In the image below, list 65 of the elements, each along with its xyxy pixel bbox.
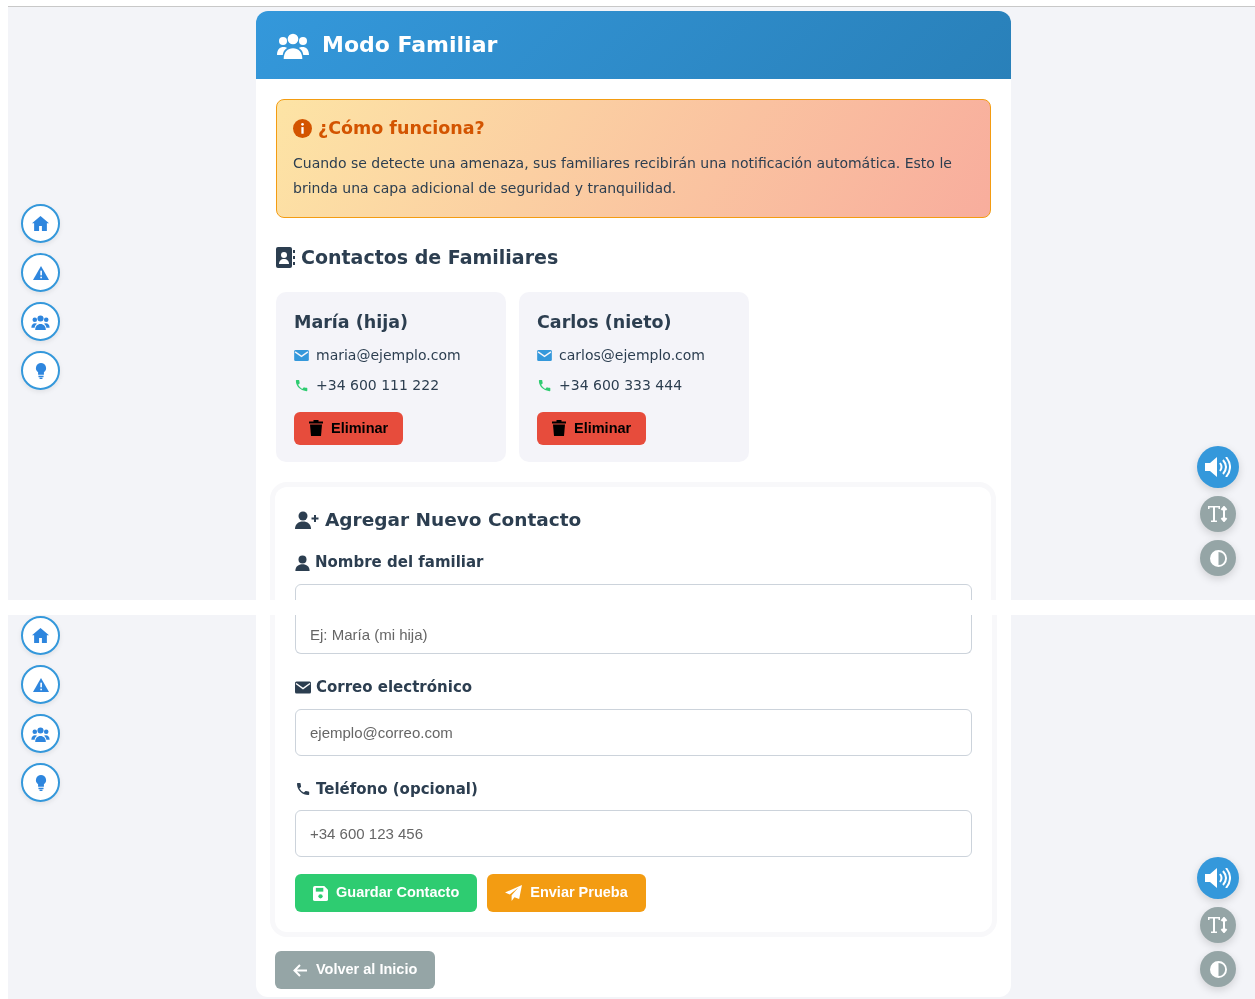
trash-icon	[552, 420, 566, 437]
envelope-icon	[537, 349, 552, 361]
nav-button[interactable]	[21, 763, 60, 802]
field-label: Nombre del familiar	[315, 552, 484, 574]
nav-button[interactable]	[21, 351, 60, 390]
input-field[interactable]: ejemplo@correo.com	[295, 708, 972, 756]
paper-plane-icon	[505, 885, 523, 901]
accessibility-button[interactable]	[1200, 496, 1236, 532]
people-icon	[31, 725, 50, 742]
phone-icon	[537, 377, 552, 393]
contrast-icon	[1209, 960, 1227, 978]
accessibility-button[interactable]	[1200, 951, 1236, 987]
contact-email: maria@ejemplo.com	[316, 345, 461, 365]
info-icon	[293, 119, 312, 138]
contact-phone: +34 600 111 222	[316, 375, 440, 395]
nav-button[interactable]	[21, 665, 60, 704]
text-size-icon	[1208, 917, 1228, 933]
speaker-icon	[1205, 868, 1231, 888]
delete-button[interactable]: Eliminar	[294, 411, 404, 446]
text-size-icon	[1208, 506, 1228, 522]
home-icon	[32, 216, 49, 231]
page-title: Modo Familiar	[322, 31, 498, 59]
info-text: Cuando se detecte una amenaza, sus familiares recibirán una notificación automática. Esto le brinda una capa adicional de seguridad y tranquilidad.	[293, 154, 953, 198]
nav-button[interactable]	[21, 714, 60, 753]
info-title: ¿Cómo funciona?	[318, 118, 485, 139]
contrast-icon	[1209, 549, 1227, 567]
delete-button[interactable]: Eliminar	[537, 411, 647, 446]
people-icon	[31, 313, 50, 330]
nav-button[interactable]	[21, 616, 60, 655]
phone-icon	[295, 780, 311, 797]
contact-name: Carlos (nieto)	[537, 311, 673, 333]
contact-phone: +34 600 333 444	[559, 375, 683, 395]
warning-icon	[32, 265, 49, 280]
lightbulb-icon	[34, 362, 47, 379]
contact-name: María (hija)	[294, 311, 409, 333]
input-field[interactable]: Ej: María (mi hija)	[295, 615, 972, 654]
people-icon	[276, 31, 310, 59]
nav-button[interactable]	[21, 302, 60, 341]
add-person-icon	[295, 511, 319, 530]
accessibility-button[interactable]	[1197, 446, 1239, 488]
field-label: Correo electrónico	[316, 677, 473, 698]
person-icon	[295, 554, 310, 571]
accessibility-button[interactable]	[1200, 907, 1236, 943]
accessibility-button[interactable]	[1200, 540, 1236, 576]
envelope-icon	[294, 349, 309, 361]
section-title: Contactos de Familiares	[301, 245, 559, 270]
back-button[interactable]: Volver al Inicio	[275, 951, 436, 989]
speaker-icon	[1205, 457, 1231, 477]
input-field[interactable]: +34 600 123 456	[295, 810, 972, 857]
contact-email: carlos@ejemplo.com	[559, 345, 705, 365]
field-label: Teléfono (opcional)	[316, 778, 478, 800]
envelope-icon	[295, 680, 311, 694]
form-title: Agregar Nuevo Contacto	[325, 509, 582, 532]
nav-button[interactable]	[21, 204, 60, 243]
save-button[interactable]: Guardar Contacto	[295, 874, 478, 912]
home-icon	[32, 628, 49, 643]
send-button[interactable]: Enviar Prueba	[487, 874, 646, 912]
nav-button[interactable]	[21, 253, 60, 292]
arrow-left-icon	[293, 963, 308, 977]
warning-icon	[32, 677, 49, 692]
accessibility-button[interactable]	[1197, 857, 1239, 899]
lightbulb-icon	[34, 774, 47, 791]
trash-icon	[309, 420, 323, 437]
contact-book-icon	[276, 246, 295, 268]
phone-icon	[294, 377, 309, 393]
